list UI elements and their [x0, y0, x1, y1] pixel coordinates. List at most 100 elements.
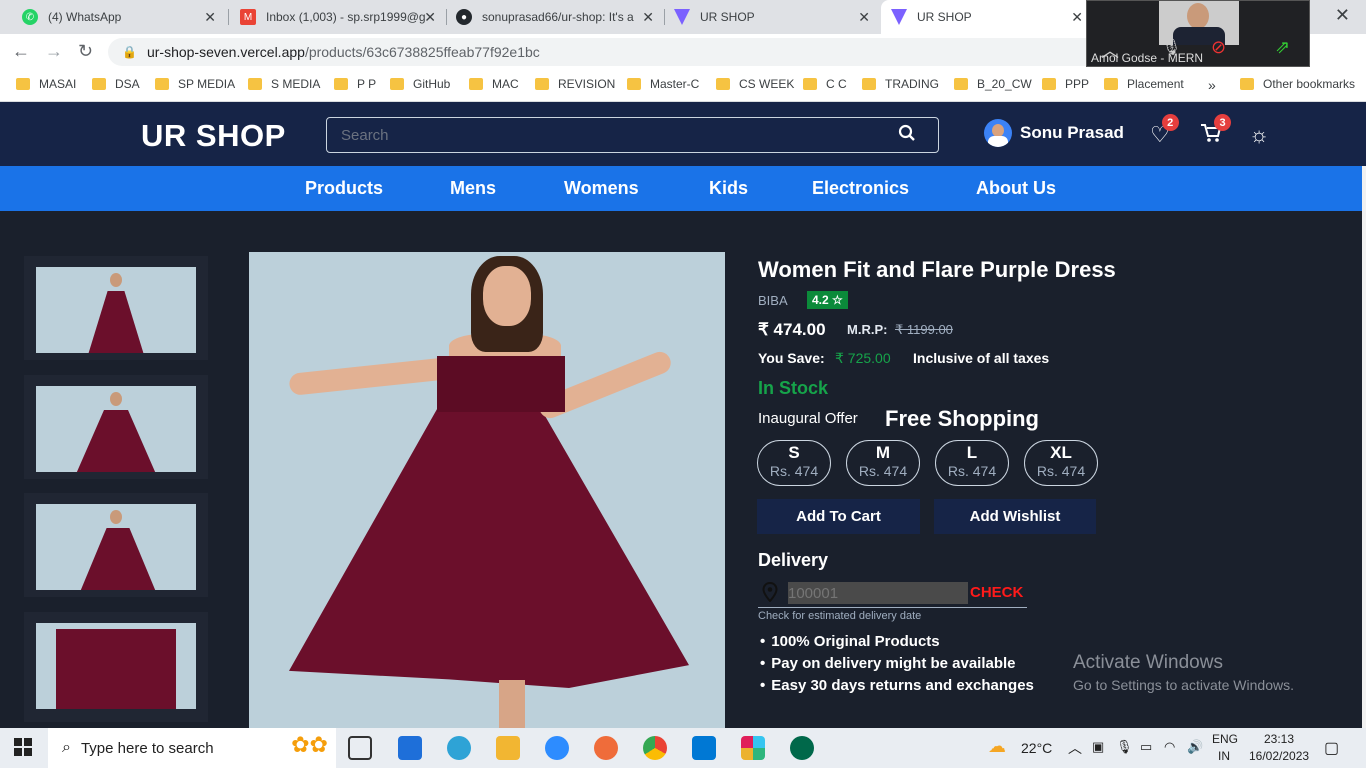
- vercel-icon: [891, 9, 907, 25]
- product-thumbnail[interactable]: [24, 493, 208, 597]
- chrome-icon[interactable]: [643, 736, 667, 760]
- close-tab-icon[interactable]: ✕: [204, 9, 216, 26]
- wishlist-button[interactable]: ♡ 2: [1150, 114, 1179, 148]
- pop-out-icon[interactable]: ⇗: [1275, 37, 1290, 58]
- task-view-icon[interactable]: [348, 736, 372, 760]
- bookmarks-overflow[interactable]: »: [1208, 77, 1216, 93]
- network-icon[interactable]: ▣: [1092, 739, 1104, 755]
- notifications-icon[interactable]: ▢: [1324, 738, 1339, 758]
- wifi-icon[interactable]: ◠: [1164, 739, 1175, 755]
- forward-icon[interactable]: →: [45, 41, 63, 62]
- bookmark-folder[interactable]: DSA: [92, 77, 140, 91]
- bookmark-folder[interactable]: GitHub: [390, 77, 450, 91]
- tab-ur-shop-active[interactable]: UR SHOP ✕: [881, 0, 1093, 34]
- wishlist-count-badge: 2: [1161, 114, 1179, 131]
- pincode-input[interactable]: [788, 582, 968, 604]
- search-input[interactable]: [341, 126, 881, 144]
- user-profile[interactable]: Sonu Prasad: [984, 119, 1124, 147]
- bookmark-folder[interactable]: REVISION: [535, 77, 615, 91]
- size-option-s[interactable]: S Rs. 474: [757, 440, 831, 486]
- file-explorer-icon[interactable]: [496, 736, 520, 760]
- battery-icon[interactable]: ▭: [1140, 739, 1152, 755]
- camera-off-icon[interactable]: ⊘: [1211, 37, 1226, 58]
- bookmark-folder[interactable]: S MEDIA: [248, 77, 320, 91]
- bookmark-folder[interactable]: SP MEDIA: [155, 77, 235, 91]
- folder-icon: [16, 78, 30, 90]
- reload-icon[interactable]: ↻: [78, 41, 93, 62]
- folder-icon: [535, 78, 549, 90]
- nav-kids[interactable]: Kids: [709, 178, 748, 199]
- zoom-icon[interactable]: [545, 736, 569, 760]
- mongodb-compass-icon[interactable]: [790, 736, 814, 760]
- microphone-icon[interactable]: 🎙: [1116, 739, 1133, 755]
- mail-icon[interactable]: [398, 736, 422, 760]
- nav-electronics[interactable]: Electronics: [812, 178, 909, 199]
- bookmark-label: Other bookmarks: [1263, 77, 1356, 91]
- tab-ur-shop[interactable]: UR SHOP ✕: [666, 0, 880, 34]
- chevron-up-icon[interactable]: ︿: [1068, 738, 1082, 758]
- input-language[interactable]: ENG: [1212, 732, 1238, 746]
- omnibox[interactable]: 🔒 ur-shop-seven.vercel.app/products/63c6…: [108, 38, 1208, 66]
- bookmark-folder[interactable]: C C: [803, 77, 847, 91]
- weather-icon[interactable]: ☁: [988, 736, 1006, 757]
- windows-start-icon[interactable]: [14, 738, 32, 761]
- clock-date[interactable]: 16/02/2023: [1249, 749, 1309, 763]
- folder-icon: [862, 78, 876, 90]
- product-thumbnail[interactable]: [24, 375, 208, 479]
- nav-mens[interactable]: Mens: [450, 178, 496, 199]
- add-wishlist-button[interactable]: Add Wishlist: [934, 499, 1096, 534]
- nav-about-us[interactable]: About Us: [976, 178, 1056, 199]
- stock-status: In Stock: [758, 378, 829, 398]
- bookmark-folder[interactable]: B_20_CW: [954, 77, 1032, 91]
- participant-name: Amol Godse - MERN: [1091, 51, 1204, 65]
- vscode-icon[interactable]: [692, 736, 716, 760]
- bookmark-folder[interactable]: CS WEEK: [716, 77, 794, 91]
- nav-womens[interactable]: Womens: [564, 178, 639, 199]
- close-tab-icon[interactable]: ✕: [642, 9, 654, 26]
- bookmark-folder[interactable]: Placement: [1104, 77, 1184, 91]
- site-logo[interactable]: UR SHOP: [141, 118, 286, 154]
- tab-whatsapp[interactable]: ✆ (4) WhatsApp ✕: [8, 0, 226, 34]
- page-scrollbar[interactable]: [1362, 166, 1366, 728]
- add-to-cart-button[interactable]: Add To Cart: [757, 499, 920, 534]
- bookmark-folder[interactable]: MAC: [469, 77, 519, 91]
- postman-icon[interactable]: [594, 736, 618, 760]
- size-label: S: [788, 443, 800, 462]
- check-pincode-button[interactable]: CHECK: [970, 584, 1023, 601]
- bookmark-folder[interactable]: P P: [334, 77, 376, 91]
- category-nav: Products Mens Womens Kids Electronics Ab…: [0, 166, 1362, 211]
- edge-icon[interactable]: [447, 736, 471, 760]
- activation-watermark-title: Activate Windows: [1073, 652, 1223, 673]
- close-tab-icon[interactable]: ✕: [1071, 9, 1083, 26]
- theme-toggle-button[interactable]: ☼: [1249, 122, 1269, 148]
- slack-icon[interactable]: [741, 736, 765, 760]
- product-thumbnail[interactable]: [24, 612, 208, 722]
- clock-time[interactable]: 23:13: [1264, 732, 1294, 746]
- tab-gmail[interactable]: M Inbox (1,003) - sp.srp1999@g ✕: [230, 0, 446, 34]
- bookmark-folder[interactable]: PPP: [1042, 77, 1089, 91]
- weather-temp[interactable]: 22°C: [1021, 740, 1052, 756]
- folder-icon: [1104, 78, 1118, 90]
- volume-icon[interactable]: 🔊: [1187, 739, 1203, 755]
- folder-icon: [1042, 78, 1056, 90]
- other-bookmarks[interactable]: Other bookmarks: [1240, 77, 1355, 91]
- bookmark-folder[interactable]: Master-C: [627, 77, 699, 91]
- taskbar-search[interactable]: ⌕ Type here to search ✿✿: [48, 728, 336, 768]
- size-option-m[interactable]: M Rs. 474: [846, 440, 920, 486]
- cart-button[interactable]: 3: [1200, 114, 1231, 150]
- bookmark-folder[interactable]: MASAI: [16, 77, 76, 91]
- window-close-icon[interactable]: ✕: [1335, 5, 1350, 26]
- nav-products[interactable]: Products: [305, 178, 383, 199]
- thumbnail-image: [36, 504, 196, 590]
- mrp-label: M.R.P:: [847, 322, 888, 337]
- tab-github[interactable]: ● sonuprasad66/ur-shop: It's a ✕: [448, 0, 664, 34]
- size-option-l[interactable]: L Rs. 474: [935, 440, 1009, 486]
- close-tab-icon[interactable]: ✕: [424, 9, 436, 26]
- search-icon[interactable]: [898, 124, 916, 147]
- input-region[interactable]: IN: [1218, 749, 1230, 763]
- back-icon[interactable]: ←: [12, 41, 30, 62]
- close-tab-icon[interactable]: ✕: [858, 9, 870, 26]
- product-thumbnail[interactable]: [24, 256, 208, 360]
- bookmark-folder[interactable]: TRADING: [862, 77, 939, 91]
- size-option-xl[interactable]: XL Rs. 474: [1024, 440, 1098, 486]
